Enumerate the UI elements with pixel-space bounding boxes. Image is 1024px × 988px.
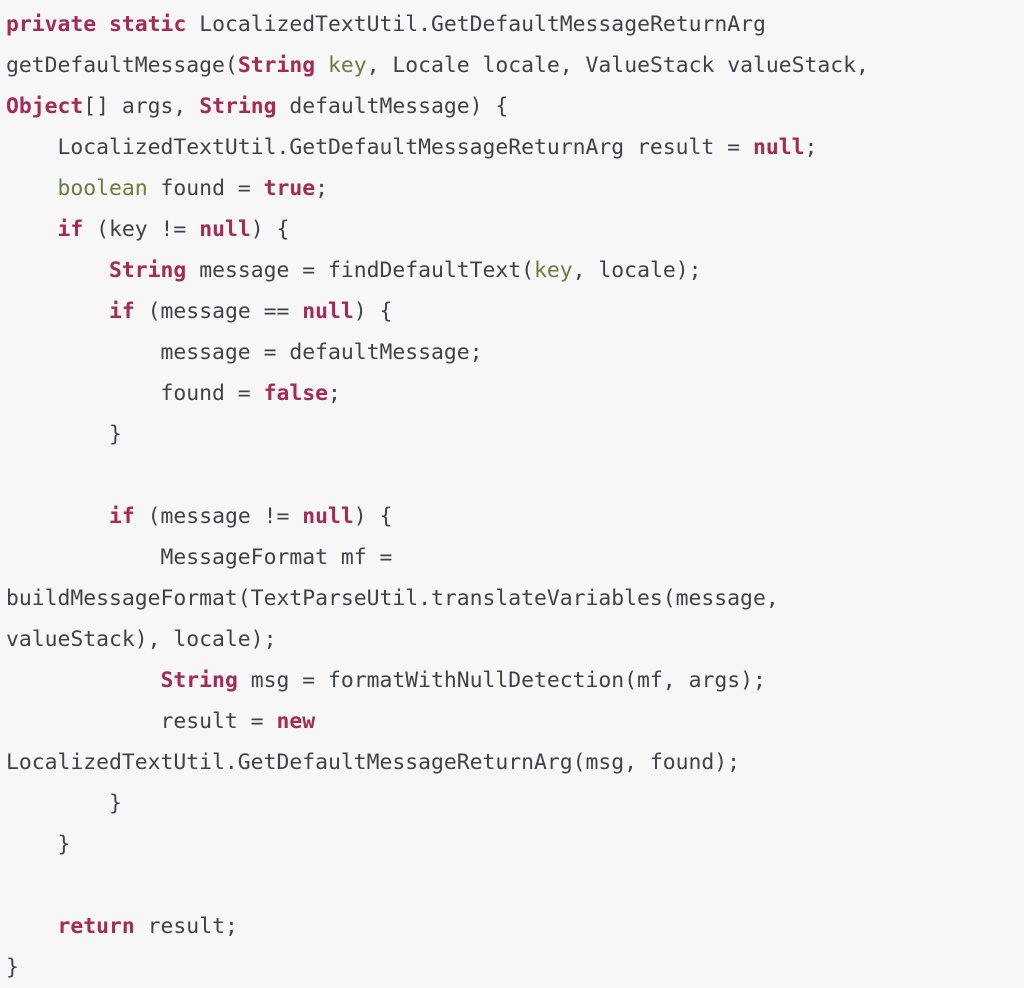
- code-token-plain: ;: [315, 176, 328, 201]
- code-token-plain: ;: [327, 381, 341, 406]
- code-block[interactable]: private static LocalizedTextUtil.GetDefa…: [0, 0, 1024, 983]
- code-token-type: String: [199, 94, 277, 119]
- code-token-type: String: [109, 258, 187, 283]
- code-line: }: [6, 783, 1024, 824]
- code-line: if (message == null) {: [6, 291, 1024, 332]
- code-token-plain: msg = formatWithNullDetection(mf, args);: [237, 668, 766, 693]
- code-token-kw: static: [109, 12, 187, 37]
- code-line: }: [6, 947, 1024, 988]
- code-token-lit: null: [199, 217, 251, 242]
- code-token-plain: defaultMessage) {: [276, 94, 509, 119]
- code-token-plain: (message !=: [134, 504, 303, 529]
- code-token-plain: getDefaultMessage(: [6, 53, 238, 78]
- code-line: MessageFormat mf =: [6, 537, 1024, 578]
- code-token-plain: [] args,: [83, 94, 200, 119]
- code-token-plain: found =: [6, 381, 264, 406]
- code-token-plain: (message ==: [134, 299, 303, 324]
- code-token-plain: ) {: [250, 217, 290, 242]
- code-token-plain: found =: [147, 176, 264, 201]
- code-line: LocalizedTextUtil.GetDefaultMessageRetur…: [6, 127, 1024, 168]
- code-token-kw: new: [276, 709, 316, 734]
- code-token-kw: if: [109, 504, 135, 529]
- code-line: LocalizedTextUtil.GetDefaultMessageRetur…: [6, 742, 1024, 783]
- code-token-plain: result =: [6, 709, 277, 734]
- code-line: buildMessageFormat(TextParseUtil.transla…: [6, 578, 1024, 619]
- code-token-plain: ) {: [353, 299, 393, 324]
- code-line: String msg = formatWithNullDetection(mf,…: [6, 660, 1024, 701]
- code-token-kw: private: [6, 12, 97, 37]
- code-token-plain: LocalizedTextUtil.GetDefaultMessageRetur…: [186, 12, 766, 37]
- code-token-plain: result;: [134, 914, 238, 939]
- code-token-lit: null: [302, 299, 354, 324]
- code-line: getDefaultMessage(String key, Locale loc…: [6, 45, 1024, 86]
- code-line: String message = findDefaultText(key, lo…: [6, 250, 1024, 291]
- code-line: result = new: [6, 701, 1024, 742]
- code-line: private static LocalizedTextUtil.GetDefa…: [6, 4, 1024, 45]
- code-token-plain: MessageFormat mf =: [6, 545, 393, 570]
- code-line: message = defaultMessage;: [6, 332, 1024, 373]
- code-line: }: [6, 414, 1024, 455]
- code-token-type: Object: [6, 94, 84, 119]
- code-token-lit: true: [263, 176, 316, 201]
- code-token-param: boolean: [57, 176, 148, 201]
- code-token-plain: (key !=: [83, 217, 200, 242]
- code-token-plain: ;: [804, 135, 818, 160]
- code-token-lit: null: [302, 504, 354, 529]
- code-line: found = false;: [6, 373, 1024, 414]
- code-token-plain: }: [6, 422, 122, 447]
- code-token-plain: buildMessageFormat(TextParseUtil.transla…: [6, 586, 779, 611]
- code-token-kw: return: [57, 914, 135, 939]
- code-token-kw: if: [57, 217, 84, 242]
- code-line: boolean found = true;: [6, 168, 1024, 209]
- code-token-plain: , Locale locale, ValueStack valueStack,: [366, 53, 869, 78]
- code-token-type: String: [237, 53, 316, 78]
- code-token-kw: if: [109, 299, 135, 324]
- code-token-plain: valueStack), locale);: [6, 627, 277, 652]
- code-token-plain: }: [6, 791, 122, 816]
- code-token-plain: }: [6, 955, 19, 980]
- code-token-param: key: [327, 53, 367, 78]
- code-token-lit: null: [752, 135, 805, 160]
- code-line: if (key != null) {: [6, 209, 1024, 250]
- code-line: return result;: [6, 906, 1024, 947]
- code-line: Object[] args, String defaultMessage) {: [6, 86, 1024, 127]
- code-token-plain: message = defaultMessage;: [6, 340, 483, 365]
- code-token-plain: message = findDefaultText(: [186, 258, 535, 283]
- code-line: [6, 455, 1024, 496]
- code-token-plain: ) {: [353, 504, 393, 529]
- code-token-lit: false: [263, 381, 328, 406]
- code-token-plain: }: [6, 832, 71, 857]
- code-token-plain: , locale);: [572, 258, 702, 283]
- code-token-plain: LocalizedTextUtil.GetDefaultMessageRetur…: [6, 135, 753, 160]
- code-token-param: key: [534, 258, 573, 283]
- code-line: [6, 865, 1024, 906]
- code-token-plain: LocalizedTextUtil.GetDefaultMessageRetur…: [6, 750, 741, 775]
- code-line: }: [6, 824, 1024, 865]
- code-line: if (message != null) {: [6, 496, 1024, 537]
- code-line: valueStack), locale);: [6, 619, 1024, 660]
- code-token-type: String: [160, 668, 238, 693]
